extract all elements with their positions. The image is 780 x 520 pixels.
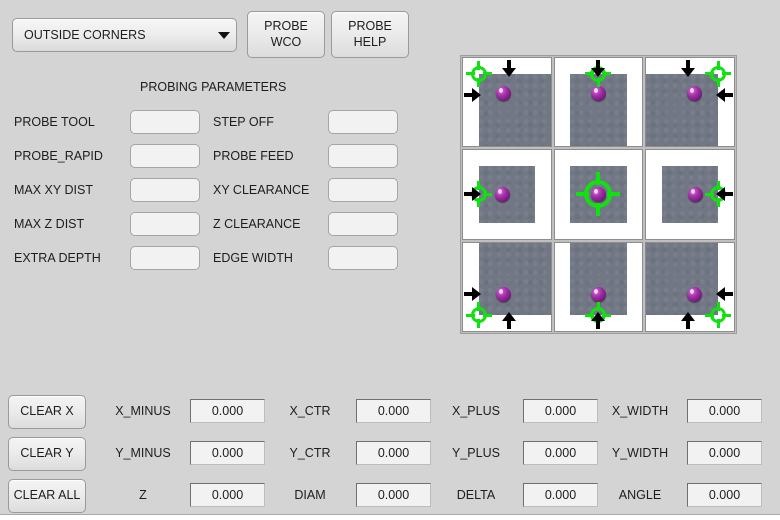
right_column-label-2: XY CLEARANCE (213, 183, 310, 197)
arrow-left-icon (714, 187, 734, 202)
result-label-0-0: X_MINUS (115, 404, 171, 418)
right_column-input-3[interactable] (328, 212, 398, 236)
probe-cell-center[interactable] (553, 149, 644, 240)
probing-parameters-heading: PROBING PARAMETERS (140, 80, 287, 94)
probe-help-button[interactable]: PROBE HELP (331, 11, 409, 58)
arrow-right-icon (463, 88, 483, 103)
probe-screen: OUTSIDE CORNERS PROBE WCO PROBE HELP PRO… (0, 0, 780, 520)
result-label-1-0: Y_MINUS (115, 446, 171, 460)
left_column-label-3: MAX Z DIST (14, 217, 85, 231)
right_column-label-0: STEP OFF (213, 115, 274, 129)
left_column-label-4: EXTRA DEPTH (14, 251, 101, 265)
crosshair-target-icon (576, 172, 621, 217)
clear-all-button[interactable]: CLEAR ALL (8, 479, 86, 513)
result-value-0-3[interactable]: 0.000 (687, 399, 762, 423)
arrow-left-icon (714, 88, 734, 103)
probe-cell-middle-left[interactable] (462, 149, 552, 240)
chevron-down-icon (212, 31, 236, 39)
result-label-1-3: Y_WIDTH (611, 446, 669, 460)
probe-cell-bottom-right[interactable] (645, 241, 735, 332)
left_column-input-1[interactable] (130, 144, 200, 168)
result-label-2-1: DIAM (294, 488, 326, 502)
probe-cell-middle-right[interactable] (645, 149, 735, 240)
left_column-label-0: PROBE TOOL (14, 115, 95, 129)
probe-cell-bottom-left[interactable] (462, 241, 552, 332)
probe-mode-value: OUTSIDE CORNERS (24, 28, 146, 42)
probe-cell-top-left[interactable] (462, 57, 552, 148)
result-value-1-3[interactable]: 0.000 (687, 441, 762, 465)
right_column-input-4[interactable] (328, 246, 398, 270)
crosshair-target-icon (705, 302, 732, 329)
right_column-input-1[interactable] (328, 144, 398, 168)
result-value-2-3[interactable]: 0.000 (687, 483, 762, 507)
result-label-2-0: Z (139, 488, 147, 502)
result-label-0-1: X_CTR (289, 404, 331, 418)
result-label-0-3: X_WIDTH (611, 404, 669, 418)
probe-wco-button[interactable]: PROBE WCO (247, 11, 325, 58)
probe-mode-select[interactable]: OUTSIDE CORNERS (12, 18, 237, 52)
probe-position-grid[interactable] (460, 55, 737, 334)
arrow-right-icon (463, 286, 483, 301)
crosshair-target-icon (465, 302, 492, 329)
result-label-1-2: Y_PLUS (452, 446, 500, 460)
arrow-up-icon (681, 310, 696, 330)
left_column-input-3[interactable] (130, 212, 200, 236)
left_column-label-2: MAX XY DIST (14, 183, 93, 197)
left_column-input-4[interactable] (130, 246, 200, 270)
left_column-label-1: PROBE_RAPID (14, 149, 103, 163)
left_column-input-2[interactable] (130, 178, 200, 202)
result-label-1-1: Y_CTR (289, 446, 331, 460)
probe-tip-icon (494, 187, 510, 203)
arrow-down-icon (681, 59, 696, 79)
right_column-label-3: Z CLEARANCE (213, 217, 301, 231)
clear-x-button[interactable]: CLEAR X (8, 395, 86, 429)
right_column-input-2[interactable] (328, 178, 398, 202)
probe-tip-icon (686, 286, 702, 302)
bottom-edge-strip (0, 514, 780, 520)
probe-cell-top-right[interactable] (645, 57, 735, 148)
right_column-input-0[interactable] (328, 110, 398, 134)
result-label-2-3: ANGLE (618, 488, 662, 502)
arrow-down-icon (501, 59, 516, 79)
result-label-2-2: DELTA (456, 488, 496, 502)
probe-cell-top-center[interactable] (553, 57, 644, 148)
probe-tip-icon (686, 86, 702, 102)
crosshair-target-icon (705, 60, 732, 87)
probe-cell-bottom-center[interactable] (553, 241, 644, 332)
arrow-up-icon (501, 310, 516, 330)
right_column-label-1: PROBE FEED (213, 149, 294, 163)
arrow-right-icon (463, 187, 483, 202)
right_column-label-4: EDGE WIDTH (213, 251, 293, 265)
left_column-input-0[interactable] (130, 110, 200, 134)
arrow-down-icon (591, 59, 606, 79)
arrow-up-icon (591, 310, 606, 330)
result-label-0-2: X_PLUS (452, 404, 500, 418)
clear-y-button[interactable]: CLEAR Y (8, 437, 86, 471)
arrow-left-icon (714, 286, 734, 301)
crosshair-target-icon (465, 60, 492, 87)
